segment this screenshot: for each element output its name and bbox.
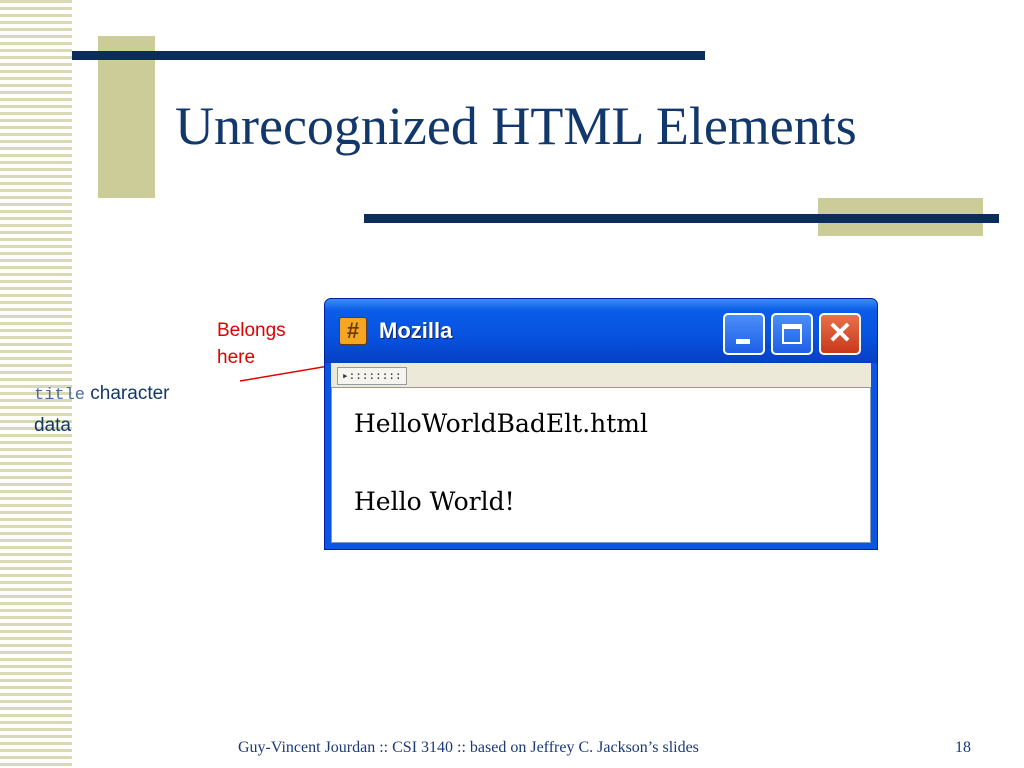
window-titlebar[interactable]: # Mozilla ✕ [325, 299, 877, 363]
close-icon: ✕ [827, 317, 853, 350]
toolbar-grip-handle[interactable]: ▸:::::::: [337, 367, 407, 385]
page-content-area: HelloWorldBadElt.html Hello World! [331, 387, 871, 543]
slide-page-number: 18 [955, 739, 971, 756]
browser-toolbar: ▸:::::::: [331, 363, 871, 388]
content-text-line2: Hello World! [354, 487, 515, 516]
slide-footer: Guy-Vincent Jourdan :: CSI 3140 :: based… [238, 739, 699, 756]
minimize-icon [736, 339, 750, 344]
content-text-line1: HelloWorldBadElt.html [354, 409, 649, 438]
maximize-button[interactable] [771, 313, 813, 355]
minimize-button[interactable] [723, 313, 765, 355]
maximize-icon [782, 324, 802, 344]
window-title: Mozilla [379, 318, 453, 343]
browser-window: # Mozilla ✕ ▸:::::::: HelloWorldBadElt.h… [324, 298, 878, 550]
close-button[interactable]: ✕ [819, 313, 861, 355]
mozilla-app-icon[interactable]: # [339, 317, 367, 345]
